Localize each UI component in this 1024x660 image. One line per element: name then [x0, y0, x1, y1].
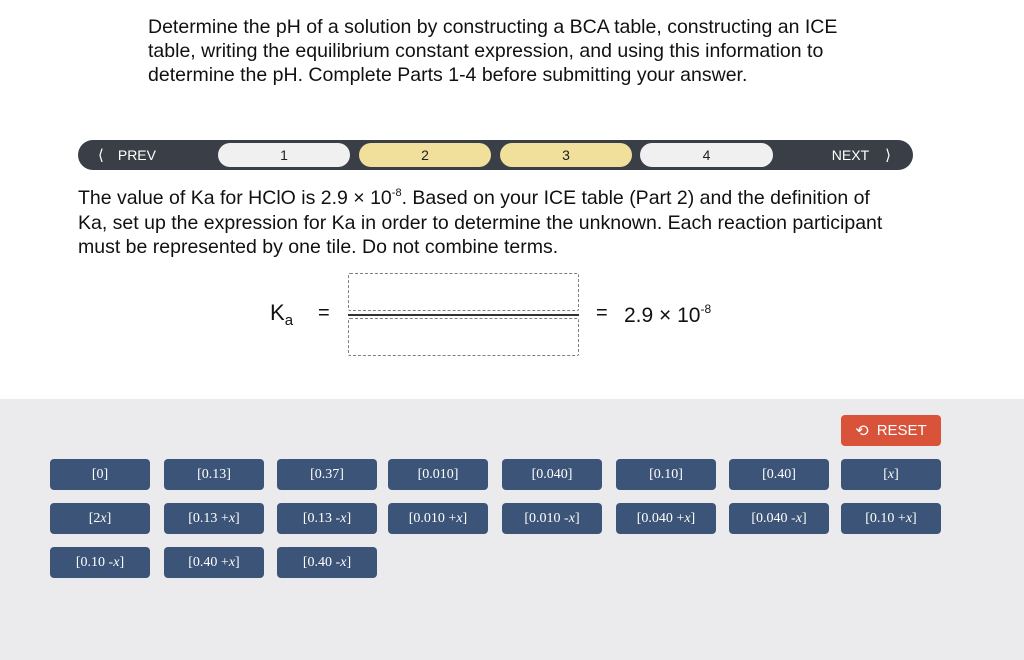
step-3-button[interactable]: 3: [500, 143, 632, 167]
question-text: The value of Ka for HClO is 2.9 × 10-8. …: [78, 181, 898, 260]
instructions-text: Determine the pH of a solution by constr…: [148, 16, 838, 86]
answer-tile[interactable]: [0.13]: [164, 459, 264, 490]
answer-tile[interactable]: [0.010 - x]: [502, 503, 602, 534]
step-4-button[interactable]: 4: [640, 143, 773, 167]
next-button[interactable]: NEXT ⟩: [832, 140, 891, 170]
ka-value-exponent: -8: [700, 302, 712, 316]
answer-tile[interactable]: [0.010 + x]: [388, 503, 488, 534]
reset-button[interactable]: ⟲ RESET: [841, 415, 941, 446]
step-1-button[interactable]: 1: [218, 143, 350, 167]
step-label: 2: [421, 147, 429, 163]
answer-tile[interactable]: [0.10 - x]: [50, 547, 150, 578]
question-exponent: -8: [391, 187, 402, 199]
answer-tile[interactable]: [0.040]: [502, 459, 602, 490]
prev-label: PREV: [117, 147, 156, 163]
ka-value-mantissa: 2.9 × 10: [624, 304, 701, 327]
chevron-left-icon: ⟨: [98, 147, 104, 164]
undo-icon: ⟲: [855, 422, 869, 440]
fraction-bar: [348, 314, 579, 316]
equals-sign: =: [318, 302, 330, 324]
step-label: 3: [562, 147, 570, 163]
chevron-right-icon: ⟩: [885, 147, 891, 164]
step-navigation-bar: ⟨ PREV 1 2 3 4 NEXT ⟩: [78, 140, 913, 170]
answer-tile[interactable]: [2 x]: [50, 503, 150, 534]
equals-sign: =: [596, 302, 608, 324]
next-label: NEXT: [831, 147, 870, 163]
answer-tile[interactable]: [0.010]: [388, 459, 488, 490]
denominator-drop-zone[interactable]: [348, 318, 579, 356]
ka-subscript: a: [284, 312, 294, 329]
answer-tile[interactable]: [0.40 + x]: [164, 547, 264, 578]
answer-tile[interactable]: [0]: [50, 459, 150, 490]
answer-tile[interactable]: [0.040 + x]: [616, 503, 716, 534]
question-part: The value of Ka for HClO is 2.9 × 10: [78, 187, 392, 209]
answer-tile[interactable]: [0.40]: [729, 459, 829, 490]
step-label: 1: [280, 147, 288, 163]
ka-value: 2.9 × 10-8: [624, 302, 711, 328]
ka-symbol: Ka: [270, 300, 293, 329]
step-2-button[interactable]: 2: [359, 143, 491, 167]
answer-tile[interactable]: [0.13 + x]: [164, 503, 264, 534]
step-label: 4: [702, 147, 711, 163]
answer-tile[interactable]: [x]: [841, 459, 941, 490]
numerator-drop-zone[interactable]: [348, 273, 579, 311]
answer-tile[interactable]: [0.40 - x]: [277, 547, 377, 578]
answer-tile[interactable]: [0.13 - x]: [277, 503, 377, 534]
answer-tile[interactable]: [0.37]: [277, 459, 377, 490]
prev-button[interactable]: ⟨ PREV: [98, 140, 156, 170]
answer-tile[interactable]: [0.10 + x]: [841, 503, 941, 534]
answer-tile[interactable]: [0.10]: [616, 459, 716, 490]
reset-label: RESET: [876, 422, 927, 439]
ka-main: K: [270, 300, 285, 325]
answer-tile[interactable]: [0.040 - x]: [729, 503, 829, 534]
